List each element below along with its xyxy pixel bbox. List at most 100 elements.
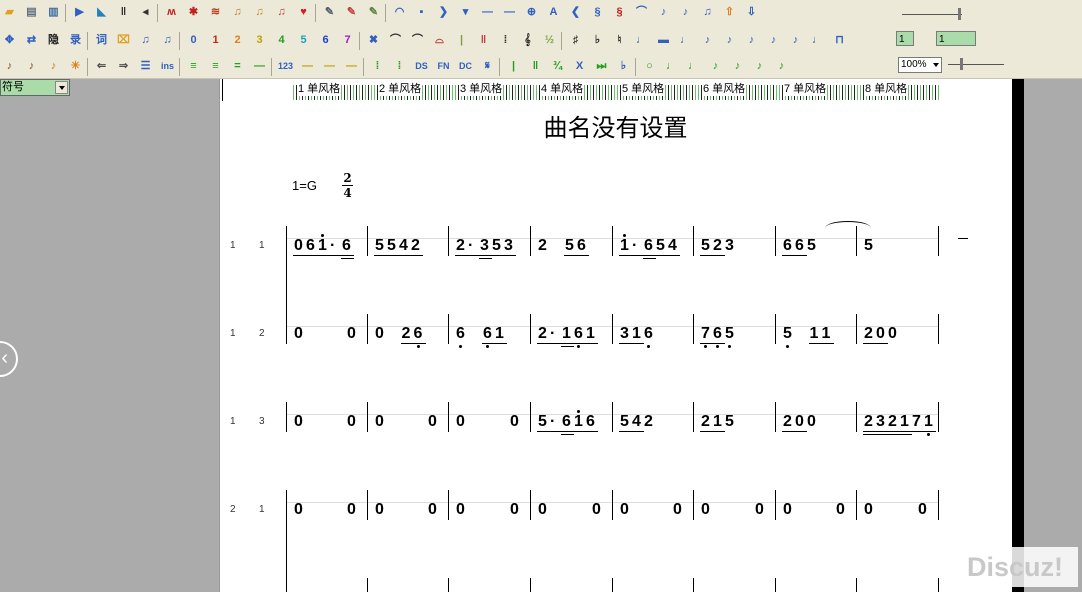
note-g-icon[interactable]: ♪ xyxy=(788,33,803,48)
barline[interactable] xyxy=(367,226,368,256)
note[interactable]: 0 xyxy=(347,326,356,342)
barline[interactable] xyxy=(775,578,776,592)
close-x-icon[interactable]: X xyxy=(572,59,587,74)
note[interactable]: 0 xyxy=(294,414,303,430)
note-d-icon[interactable]: ♪ xyxy=(722,33,737,48)
note[interactable]: 0 xyxy=(510,502,519,518)
key-signature[interactable]: 1=G xyxy=(292,178,317,193)
barline[interactable] xyxy=(367,490,368,520)
segno-icon[interactable]: § xyxy=(590,5,605,20)
repeat-open-icon[interactable]: ⁞ xyxy=(370,59,385,74)
sparkle-icon[interactable]: ✳ xyxy=(68,59,83,74)
open-folder-icon[interactable]: ▰ xyxy=(2,5,17,20)
beam-single-icon[interactable]: ♫ xyxy=(160,33,175,48)
repeat-icon[interactable]: ⁞ xyxy=(498,33,513,48)
bar-single-icon[interactable]: | xyxy=(506,59,521,74)
align-a-icon[interactable]: ≡ xyxy=(186,59,201,74)
note[interactable]: 6 xyxy=(644,238,653,254)
barline[interactable] xyxy=(448,226,449,256)
digit-2-icon[interactable]: 2 xyxy=(230,33,245,48)
note[interactable]: 0 xyxy=(375,502,384,518)
note[interactable]: 5 xyxy=(538,414,547,430)
download-icon[interactable]: ⇩ xyxy=(744,5,759,20)
note[interactable]: 1 xyxy=(822,326,831,342)
note[interactable]: 0 xyxy=(375,414,384,430)
note-g1-icon[interactable]: ♩ xyxy=(664,59,679,74)
note[interactable]: 6 xyxy=(795,238,804,254)
note[interactable]: 5 xyxy=(725,414,734,430)
dance-icon[interactable]: ʍ xyxy=(164,5,179,20)
note[interactable]: 0 xyxy=(795,414,804,430)
note[interactable]: 1 xyxy=(810,326,819,342)
note-g2-icon[interactable]: ♩ xyxy=(686,59,701,74)
barline[interactable] xyxy=(286,402,287,432)
note[interactable]: · xyxy=(550,414,555,430)
note[interactable]: 0 xyxy=(294,238,303,254)
barline[interactable] xyxy=(448,490,449,520)
note[interactable]: 6 xyxy=(414,326,423,342)
fine-icon[interactable]: FN xyxy=(436,59,451,74)
barline[interactable] xyxy=(448,402,449,432)
note-g4-icon[interactable]: ♪ xyxy=(730,59,745,74)
beam-double-icon[interactable]: ♫ xyxy=(138,33,153,48)
move-icon[interactable]: ✥ xyxy=(2,33,17,48)
note[interactable]: 0 xyxy=(864,502,873,518)
note[interactable]: 1 xyxy=(495,326,504,342)
note[interactable]: 2 xyxy=(411,238,420,254)
chevron-down-icon[interactable]: ▾ xyxy=(458,5,473,20)
line-dash-icon[interactable]: — xyxy=(252,59,267,74)
barline[interactable] xyxy=(612,226,613,256)
barline[interactable] xyxy=(448,314,449,344)
note[interactable]: 0 xyxy=(538,502,547,518)
note-g6-icon[interactable]: ♪ xyxy=(774,59,789,74)
note[interactable]: 1 xyxy=(632,326,641,342)
barline[interactable] xyxy=(938,226,939,256)
align-b-icon[interactable]: ≡ xyxy=(208,59,223,74)
barline[interactable] xyxy=(530,402,531,432)
ds-icon[interactable]: DS xyxy=(414,59,429,74)
song-title[interactable]: 曲名没有设置 xyxy=(219,108,1012,143)
heart-icon[interactable]: ♥ xyxy=(296,5,311,20)
double-bar-icon[interactable]: ‖ xyxy=(476,33,491,48)
note[interactable]: 0 xyxy=(510,414,519,430)
note-flag-icon[interactable]: ♪ xyxy=(678,5,693,20)
notes-c-icon[interactable]: ♫ xyxy=(274,5,289,20)
symbol-select[interactable]: 符号 xyxy=(0,79,70,96)
barline[interactable] xyxy=(693,226,694,256)
note[interactable]: 2 xyxy=(783,414,792,430)
note[interactable]: 5 xyxy=(783,326,792,342)
note[interactable]: 5 xyxy=(807,238,816,254)
extension-dash[interactable] xyxy=(958,238,968,239)
pencil-icon[interactable]: ✎ xyxy=(322,5,337,20)
note[interactable]: 3 xyxy=(876,414,885,430)
beam-icon[interactable]: ♫ xyxy=(700,5,715,20)
rest-icon[interactable]: ▬ xyxy=(656,33,671,48)
style-section-5[interactable]: 5 单风格 xyxy=(617,79,697,101)
barline[interactable] xyxy=(530,226,531,256)
skip-icon[interactable]: ⏭ xyxy=(594,59,609,74)
line-short-icon[interactable]: — xyxy=(480,5,495,20)
flat-mark-icon[interactable]: ♭ xyxy=(616,59,631,74)
number-box-1[interactable]: 1 xyxy=(896,31,914,46)
note[interactable]: 0 xyxy=(888,326,897,342)
note[interactable]: 2 xyxy=(456,238,465,254)
note[interactable]: 1 xyxy=(924,414,933,430)
record-icon[interactable]: 录 xyxy=(68,33,83,48)
barline[interactable] xyxy=(367,578,368,592)
note[interactable]: 5 xyxy=(620,414,629,430)
bracket-icon[interactable]: ⊓ xyxy=(832,33,847,48)
note[interactable]: 6 xyxy=(562,414,571,430)
note[interactable]: 6 xyxy=(577,238,586,254)
note-e-icon[interactable]: ♪ xyxy=(744,33,759,48)
dash-c-icon[interactable]: — xyxy=(344,59,359,74)
note[interactable]: 0 xyxy=(755,502,764,518)
collapse-panel-button[interactable]: ‹ xyxy=(0,341,18,377)
digit-3-icon[interactable]: 3 xyxy=(252,33,267,48)
digit-6-icon[interactable]: 6 xyxy=(318,33,333,48)
note[interactable]: 2 xyxy=(864,414,873,430)
zoom-slider-thumb[interactable] xyxy=(960,58,963,70)
style-section-2[interactable]: 2 单风格 xyxy=(374,79,454,101)
zoom-select[interactable]: 100% xyxy=(898,57,942,73)
note[interactable]: 6 xyxy=(306,238,315,254)
barline[interactable] xyxy=(856,402,857,432)
